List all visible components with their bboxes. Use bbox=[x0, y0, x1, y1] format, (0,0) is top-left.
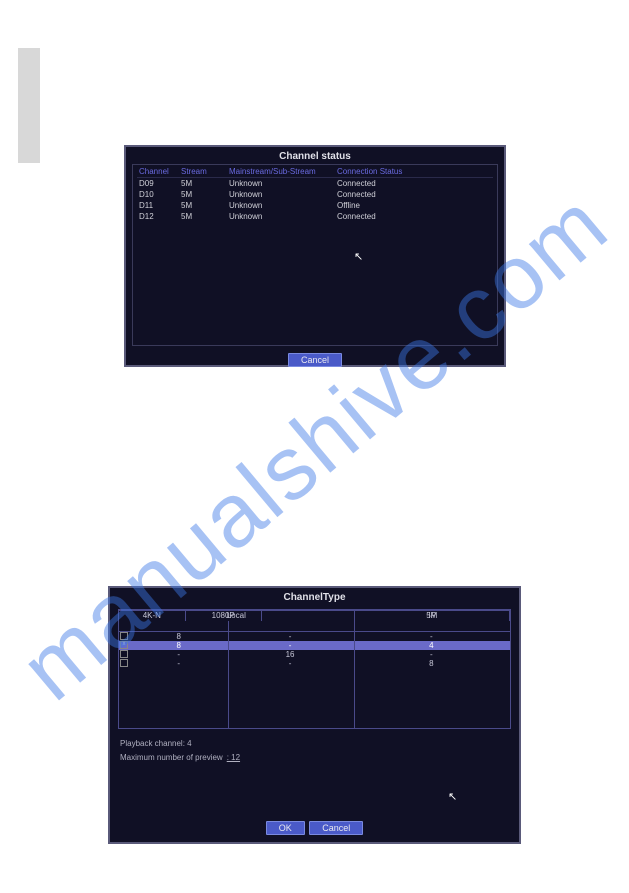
checkbox[interactable] bbox=[120, 641, 128, 649]
checkbox[interactable] bbox=[120, 650, 128, 658]
dialog-title: Channel status bbox=[126, 147, 504, 164]
col-stream: Stream bbox=[181, 167, 229, 176]
channel-type-table: Local 4K-N 1080P IP 5M 8 - - 8 - 4 bbox=[118, 609, 511, 729]
channel-type-dialog: ChannelType Local 4K-N 1080P IP 5M 8 - bbox=[108, 586, 521, 844]
table-row[interactable]: - 16 - bbox=[119, 650, 510, 659]
dialog-footer: Cancel bbox=[126, 346, 504, 368]
table-row: D12 5M Unknown Connected bbox=[137, 211, 493, 222]
cursor-icon: ↖ bbox=[448, 790, 457, 803]
ok-button[interactable]: OK bbox=[266, 821, 305, 835]
table-header: Channel Stream Mainstream/Sub-Stream Con… bbox=[137, 167, 493, 178]
col-ip: IP 5M bbox=[355, 610, 510, 632]
cursor-icon: ↖ bbox=[354, 250, 363, 263]
cancel-button[interactable]: Cancel bbox=[288, 353, 342, 367]
info-text: Playback channel: 4 Maximum number of pr… bbox=[120, 737, 509, 765]
table-row: D09 5M Unknown Connected bbox=[137, 178, 493, 189]
col-local: Local 4K-N 1080P bbox=[119, 610, 355, 632]
channel-status-dialog: Channel status Channel Stream Mainstream… bbox=[124, 145, 506, 367]
checkbox[interactable] bbox=[120, 632, 128, 640]
channel-status-table: Channel Stream Mainstream/Sub-Stream Con… bbox=[132, 164, 498, 346]
table-row: D11 5M Unknown Offline bbox=[137, 200, 493, 211]
table-row: D10 5M Unknown Connected bbox=[137, 189, 493, 200]
table-row[interactable]: 8 - - bbox=[119, 632, 510, 641]
col-connection: Connection Status bbox=[337, 167, 427, 176]
table-row[interactable]: 8 - 4 bbox=[119, 641, 510, 650]
col-channel: Channel bbox=[137, 167, 181, 176]
table-header: Local 4K-N 1080P IP 5M bbox=[119, 610, 510, 632]
checkbox[interactable] bbox=[120, 659, 128, 667]
col-mainsub: Mainstream/Sub-Stream bbox=[229, 167, 337, 176]
dialog-title: ChannelType bbox=[110, 588, 519, 609]
dialog-footer: OK Cancel bbox=[110, 818, 519, 836]
cancel-button[interactable]: Cancel bbox=[309, 821, 363, 835]
table-row[interactable]: - - 8 bbox=[119, 659, 510, 668]
page-margin-tab bbox=[18, 48, 40, 163]
